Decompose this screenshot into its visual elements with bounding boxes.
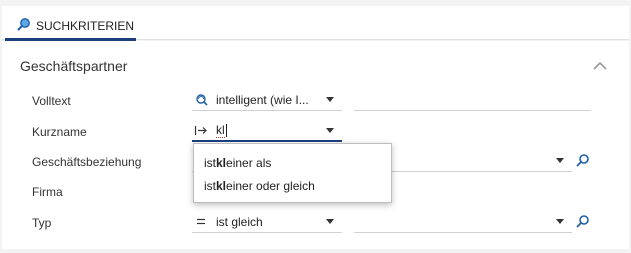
select-typ[interactable] [354,211,572,233]
chevron-down-icon [556,158,564,163]
label-kurzname: Kurzname [32,125,87,139]
search-panel: Geschäftspartner Volltext intelligent (w… [2,41,629,249]
dropdown-option[interactable]: ist kl einer oder gleich [194,174,391,197]
label-volltext: Volltext [32,94,71,108]
operator-value: intelligent (wie I... [216,92,309,107]
search-icon [576,154,589,167]
option-prefix: ist [204,178,216,193]
kurzname-input-text[interactable]: kl [216,123,225,138]
starts-with-icon [192,125,210,136]
section-title: Geschäftspartner [20,58,128,74]
option-suffix: einer oder gleich [226,178,315,193]
text-cursor [225,123,227,137]
input-volltext[interactable] [354,89,591,111]
search-icon [17,17,31,34]
equals-icon [192,217,210,226]
window: SUCHKRITERIEN Geschäftspartner Volltext … [0,0,631,253]
label-firma: Firma [32,185,63,199]
tab-suchkriterien[interactable]: SUCHKRITERIEN [5,11,136,41]
lookup-button-geschaeftsbeziehung[interactable] [576,153,592,169]
collapse-button[interactable] [592,59,608,71]
chevron-down-icon [326,219,334,224]
option-match: kl [216,178,227,193]
chevron-down-icon [556,219,564,224]
dropdown-option[interactable]: ist kl einer als [194,151,391,174]
operator-dropdown: ist kl einer als ist kl einer oder gleich [193,143,392,203]
chevron-up-icon [593,61,607,70]
operator-value: ist gleich [216,214,263,229]
tab-label: SUCHKRITERIEN [36,18,135,33]
search-icon [576,215,589,228]
chevron-down-icon [326,128,334,133]
option-match: kl [216,155,227,170]
chevron-down-icon [326,97,334,102]
label-geschaeftsbeziehung: Geschäftsbeziehung [32,155,142,169]
operator-select-typ[interactable]: ist gleich [192,211,342,233]
smart-search-icon [192,93,210,106]
tab-bar: SUCHKRITERIEN [2,6,629,41]
lookup-button-typ[interactable] [576,214,592,230]
option-prefix: ist [204,155,216,170]
operator-select-volltext[interactable]: intelligent (wie I... [192,89,342,111]
operator-select-kurzname[interactable]: kl [192,120,342,142]
label-typ: Typ [32,216,52,230]
option-suffix: einer als [226,155,272,170]
